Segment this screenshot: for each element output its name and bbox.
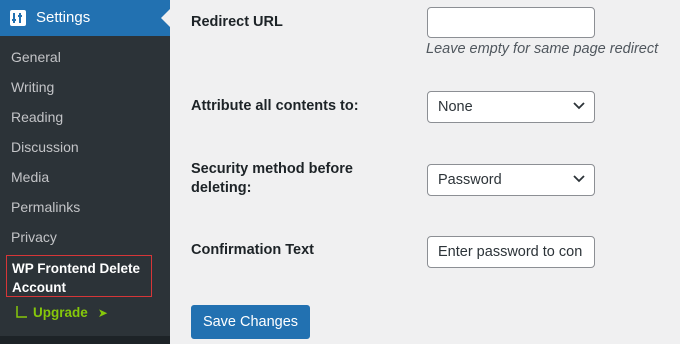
redirect-url-label: Redirect URL [191, 14, 283, 30]
sidebar-item-general[interactable]: General [0, 42, 170, 72]
settings-submenu: General Writing Reading Discussion Media… [0, 42, 170, 297]
upgrade-label: Upgrade [33, 305, 88, 320]
sidebar-item-permalinks[interactable]: Permalinks [0, 192, 170, 222]
security-method-label: Security method before deleting: [191, 161, 353, 196]
save-changes-button[interactable]: Save Changes [191, 305, 310, 339]
settings-menu-title: Settings [36, 9, 91, 26]
settings-sliders-icon [10, 10, 26, 26]
sidebar-item-writing[interactable]: Writing [0, 72, 170, 102]
security-method-select[interactable]: Password [427, 164, 595, 196]
submenu-arrow-icon [16, 306, 27, 318]
current-menu-arrow [161, 9, 170, 27]
upgrade-link[interactable]: Upgrade ➤ [16, 305, 108, 320]
arrow-right-icon: ➤ [97, 305, 108, 320]
attribute-contents-label: Attribute all contents to: [191, 98, 359, 114]
security-method-value: Password [438, 172, 502, 188]
confirmation-text-label: Confirmation Text [191, 242, 314, 258]
sidebar-item-privacy[interactable]: Privacy [0, 222, 170, 252]
sidebar-item-wp-frontend-delete-account[interactable]: WP Frontend Delete Account [6, 255, 152, 297]
sidebar-item-discussion[interactable]: Discussion [0, 132, 170, 162]
sidebar-item-reading[interactable]: Reading [0, 102, 170, 132]
attribute-contents-select[interactable]: None [427, 91, 595, 123]
admin-sidebar: Settings General Writing Reading Discuss… [0, 0, 170, 344]
sidebar-item-label: WP Frontend Delete Account [12, 261, 141, 295]
chevron-down-icon [573, 102, 585, 110]
redirect-url-description: Leave empty for same page redirect [426, 41, 659, 57]
attribute-contents-value: None [438, 99, 473, 115]
settings-menu-header[interactable]: Settings [0, 0, 170, 36]
sidebar-footer-strip [0, 336, 170, 344]
chevron-down-icon [573, 175, 585, 183]
sidebar-item-media[interactable]: Media [0, 162, 170, 192]
confirmation-text-input[interactable]: Enter password to con [427, 236, 595, 268]
redirect-url-input[interactable] [427, 7, 595, 38]
